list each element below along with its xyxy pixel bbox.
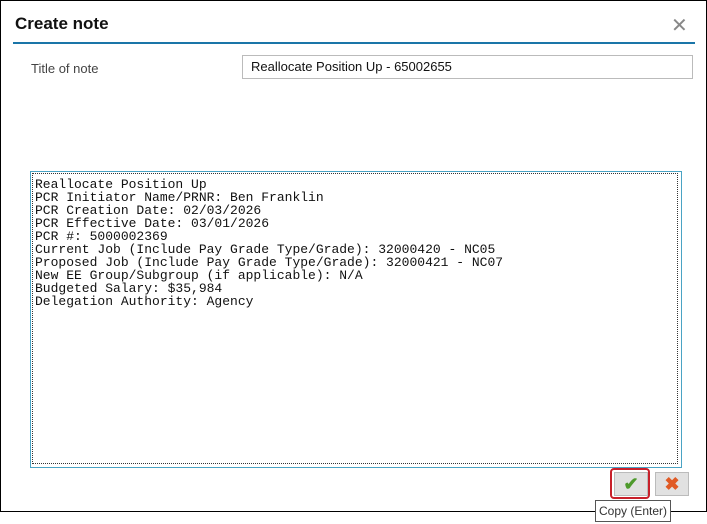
dialog-title: Create note bbox=[15, 14, 109, 33]
x-icon: ✖ bbox=[664, 473, 680, 494]
close-icon[interactable]: ✕ bbox=[671, 16, 688, 36]
title-label: Title of note bbox=[31, 61, 99, 76]
check-icon: ✔ bbox=[623, 473, 639, 494]
create-note-dialog: Create note ✕ Title of note Reallocate P… bbox=[0, 0, 707, 512]
note-body-frame: Reallocate Position Up PCR Initiator Nam… bbox=[30, 171, 682, 468]
copy-button[interactable]: ✔ bbox=[614, 472, 648, 496]
title-divider bbox=[13, 42, 695, 44]
title-input[interactable] bbox=[242, 55, 693, 79]
note-body-textarea[interactable]: Reallocate Position Up PCR Initiator Nam… bbox=[32, 173, 678, 464]
cancel-button[interactable]: ✖ bbox=[655, 472, 689, 496]
tooltip: Copy (Enter) bbox=[595, 500, 671, 522]
